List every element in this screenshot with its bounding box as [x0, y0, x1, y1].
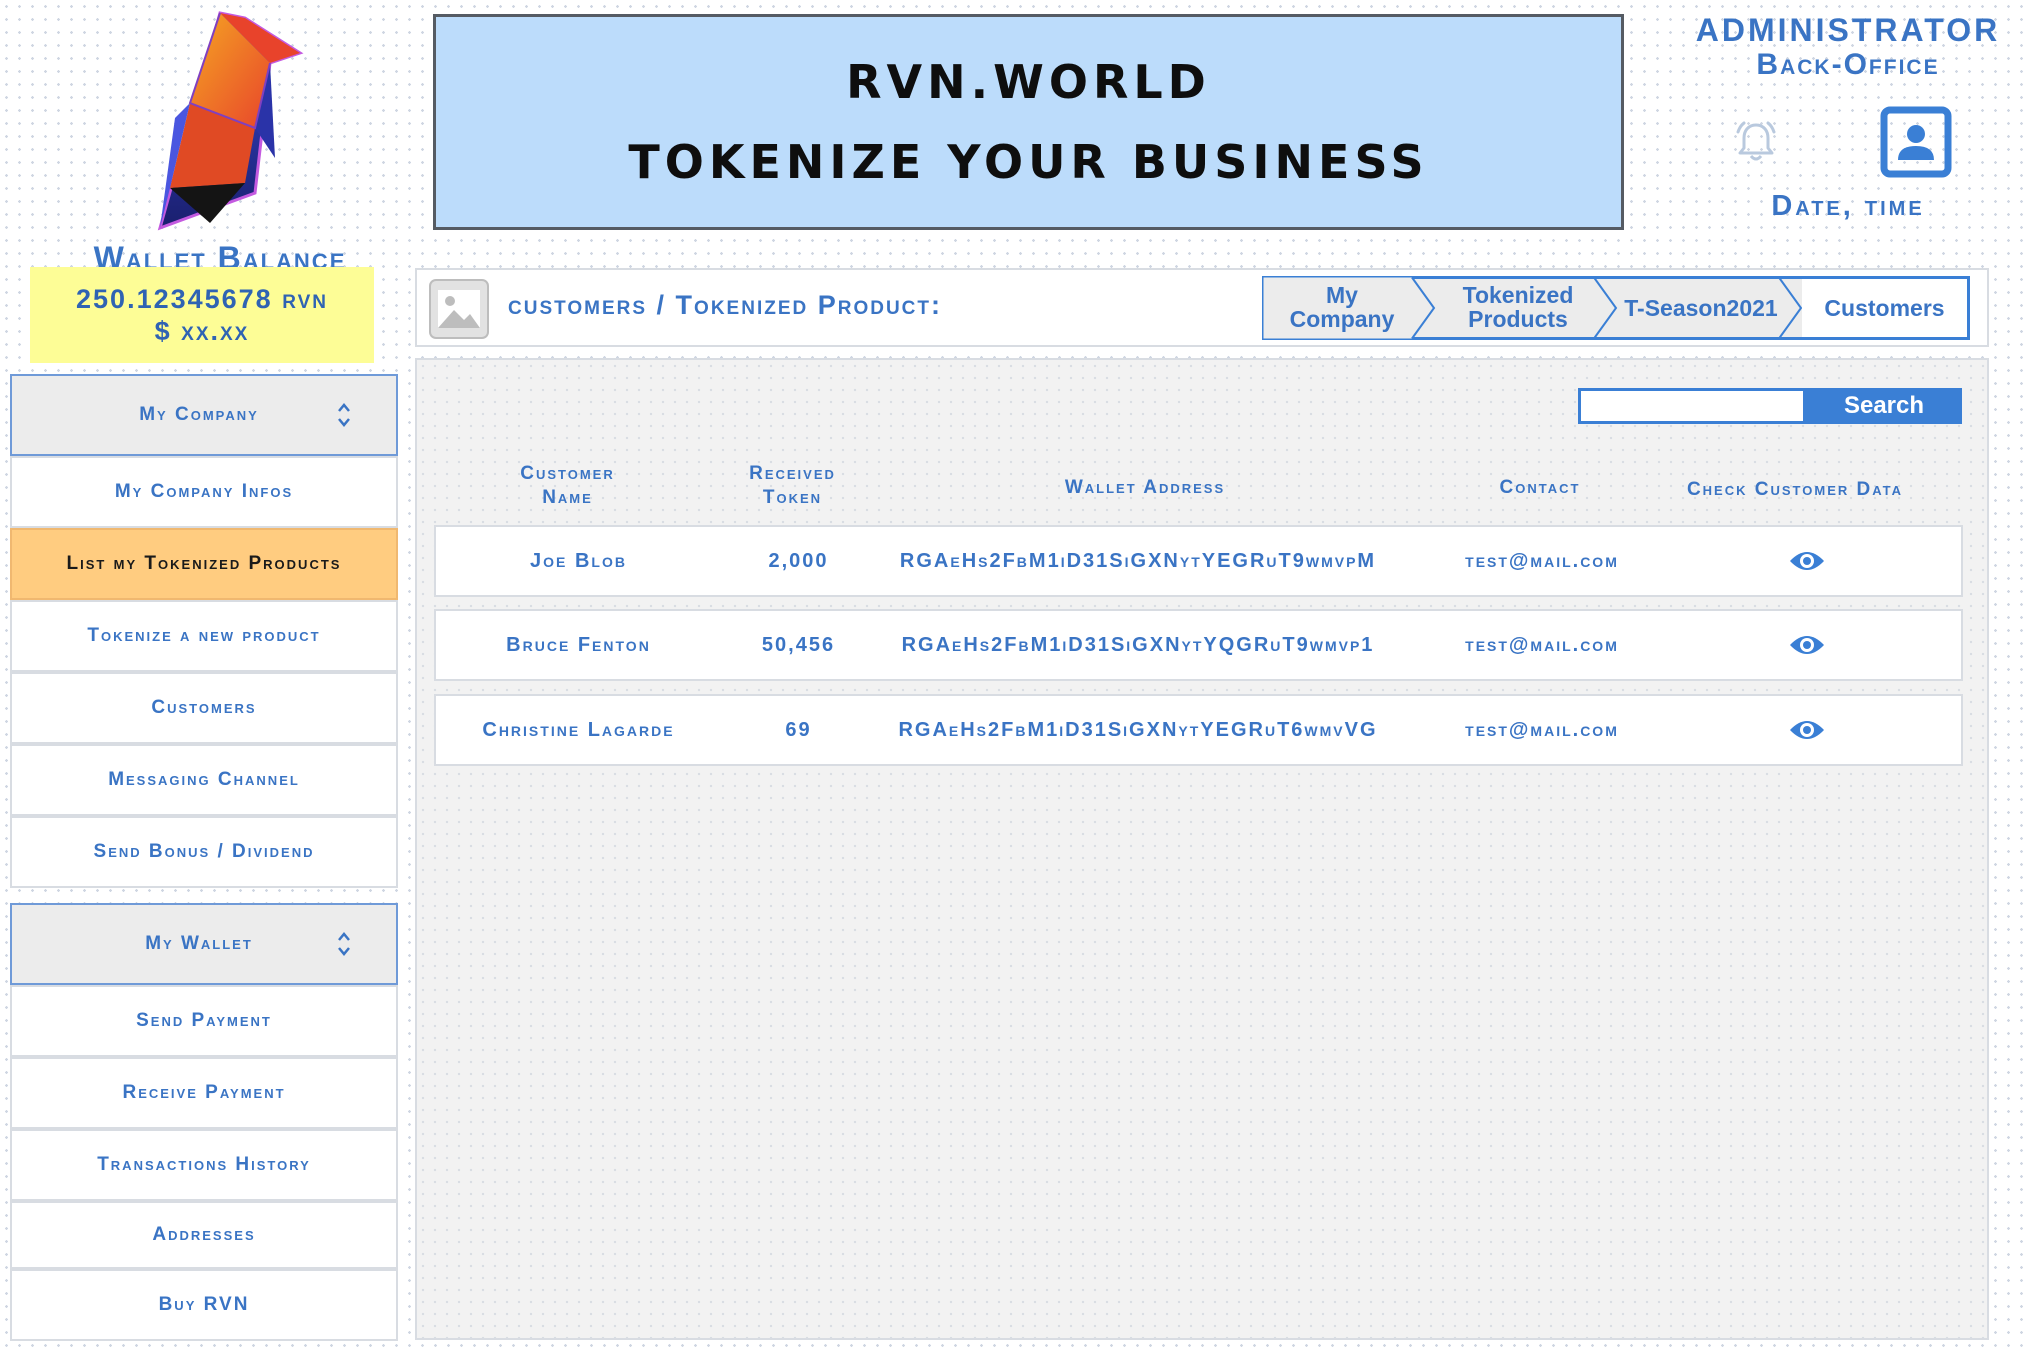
breadcrumb: My Company Tokenized Products T-Season20… — [1262, 276, 1970, 340]
contact-email: test@mail.com — [1465, 549, 1619, 572]
sidebar-item-messaging-channel[interactable]: Messaging Channel — [10, 744, 398, 816]
table-row: Bruce Fenton 50,456 RGAeHs2FbM1iD31SiGXN… — [434, 609, 1963, 681]
admin-title: ADMINISTRATOR — [1695, 12, 2001, 48]
customer-name: Christine Lagarde — [482, 718, 675, 741]
sidebar-group-my-wallet[interactable]: My Wallet — [10, 903, 398, 985]
chevron-up-down-icon — [338, 932, 350, 956]
search-button[interactable]: Search — [1806, 388, 1962, 424]
view-customer-button[interactable] — [1742, 696, 1872, 764]
user-profile-icon[interactable] — [1880, 106, 1952, 178]
sidebar-item-transactions-history[interactable]: Transactions History — [10, 1129, 398, 1201]
breadcrumb-my-company[interactable]: My Company — [1262, 283, 1422, 331]
received-token: 2,000 — [768, 549, 829, 572]
wallet-address: RGAeHs2FbM1iD31SiGXNytYEGRuT6wmvVG — [898, 718, 1378, 741]
breadcrumb-tokenized-products[interactable]: Tokenized Products — [1438, 283, 1598, 331]
sidebar-item-send-payment[interactable]: Send Payment — [10, 985, 398, 1057]
eye-icon — [1790, 721, 1824, 739]
view-customer-button[interactable] — [1742, 527, 1872, 595]
column-header-wallet-address: Wallet Address — [1064, 477, 1226, 498]
bell-icon[interactable] — [1732, 118, 1780, 166]
wallet-address: RGAeHs2FbM1iD31SiGXNytYEGRuT9wmvpM — [899, 549, 1377, 572]
banner-tagline: TOKENIZE YOUR BUSINESS — [628, 135, 1429, 189]
column-header-received-token: Received Token — [749, 463, 836, 508]
wallet-address: RGAeHs2FbM1iD31SiGXNytYQGRuT9wmvp1 — [901, 633, 1375, 656]
date-time: Date, time — [1771, 190, 1925, 222]
received-token: 69 — [785, 718, 812, 741]
table-row: Christine Lagarde 69 RGAeHs2FbM1iD31SiGX… — [434, 694, 1963, 766]
column-header-check-customer-data: Check Customer Data — [1686, 479, 1904, 500]
customer-name: Joe Blob — [530, 549, 627, 572]
column-header-customer-name: Customer Name — [520, 463, 615, 508]
sidebar-item-addresses[interactable]: Addresses — [10, 1201, 398, 1269]
admin-subtitle: Back-Office — [1756, 48, 1940, 81]
sidebar-item-my-company-infos[interactable]: My Company Infos — [10, 456, 398, 528]
contact-email: test@mail.com — [1465, 718, 1619, 741]
eye-icon — [1790, 636, 1824, 654]
image-placeholder-icon — [429, 279, 489, 339]
breadcrumb-t-season2021[interactable]: T-Season2021 — [1616, 296, 1786, 320]
contact-email: test@mail.com — [1465, 633, 1619, 656]
sidebar-item-list-tokenized-products[interactable]: List my Tokenized Products — [10, 528, 398, 600]
table-row: Joe Blob 2,000 RGAeHs2FbM1iD31SiGXNytYEG… — [434, 525, 1963, 597]
raven-logo-icon — [157, 11, 304, 231]
header-banner: RVN.WORLD TOKENIZE YOUR BUSINESS — [433, 14, 1624, 230]
banner-title: RVN.WORLD — [846, 55, 1211, 109]
search-input[interactable] — [1578, 388, 1806, 424]
sidebar-item-tokenize-new-product[interactable]: Tokenize a new product — [10, 600, 398, 672]
sidebar-item-customers[interactable]: Customers — [10, 672, 398, 744]
page-title: customers / Tokenized Product: — [508, 290, 942, 320]
breadcrumb-customers[interactable]: Customers — [1802, 296, 1967, 320]
wallet-balance-usd: $ xx.xx — [154, 316, 250, 346]
customer-name: Bruce Fenton — [506, 633, 651, 656]
sidebar-item-buy-rvn[interactable]: Buy RVN — [10, 1269, 398, 1341]
sidebar-item-send-bonus-dividend[interactable]: Send Bonus / Dividend — [10, 816, 398, 888]
received-token: 50,456 — [761, 633, 836, 656]
column-header-contact: Contact — [1499, 477, 1581, 498]
sidebar-item-receive-payment[interactable]: Receive Payment — [10, 1057, 398, 1129]
sidebar-group-my-company[interactable]: My Company — [10, 374, 398, 456]
chevron-up-down-icon — [338, 403, 350, 427]
wallet-balance-box: 250.12345678 rvn $ xx.xx — [30, 267, 374, 363]
eye-icon — [1790, 552, 1824, 570]
wallet-balance-rvn: 250.12345678 rvn — [76, 284, 328, 314]
view-customer-button[interactable] — [1742, 611, 1872, 679]
